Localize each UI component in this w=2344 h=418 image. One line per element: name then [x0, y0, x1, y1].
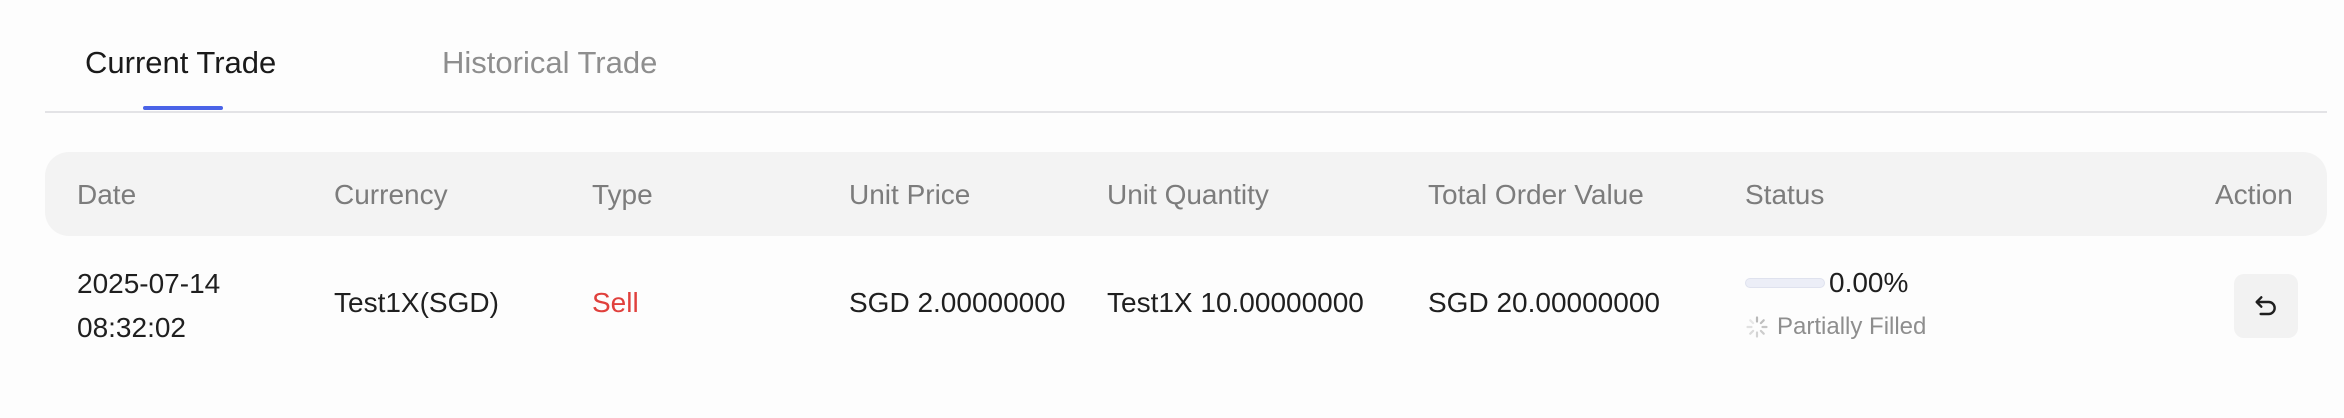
table-header: Date Currency Type Unit Price Unit Quant… [45, 152, 2327, 236]
column-header-type: Type [592, 179, 653, 210]
cell-currency: Test1X(SGD) [334, 287, 499, 318]
loading-spinner-icon [1746, 316, 1768, 338]
cancel-order-button[interactable] [2234, 274, 2298, 338]
cell-total-order-value: SGD 20.00000000 [1428, 287, 1660, 318]
column-header-currency: Currency [334, 179, 448, 210]
trade-tabs: Current Trade Historical Trade [45, 0, 2327, 113]
status-label: Partially Filled [1745, 312, 1926, 342]
column-header-date: Date [77, 179, 137, 210]
cell-date: 2025-07-14 08:32:02 [77, 262, 220, 350]
fill-progress-bar [1745, 278, 1825, 288]
column-header-unit-price: Unit Price [849, 179, 971, 210]
status-text: Partially Filled [1777, 313, 1927, 340]
column-header-status: Status [1745, 179, 1825, 210]
tab-historical-trade[interactable]: Historical Trade [442, 44, 657, 82]
tab-current-trade[interactable]: Current Trade [85, 44, 276, 82]
undo-icon [2255, 296, 2276, 316]
column-header-total-order-value: Total Order Value [1428, 179, 1644, 210]
order-date: 2025-07-14 [77, 268, 221, 299]
active-tab-indicator [143, 106, 223, 110]
column-header-action: Action [2215, 179, 2293, 210]
fill-progress-percent: 0.00% [1829, 267, 1909, 298]
cell-unit-quantity: Test1X 10.00000000 [1107, 287, 1364, 318]
cell-unit-price: SGD 2.00000000 [849, 287, 1066, 318]
cell-type: Sell [592, 287, 639, 318]
column-header-unit-quantity: Unit Quantity [1107, 179, 1269, 210]
table-row: 2025-07-14 08:32:02 Test1X(SGD) Sell SGD… [45, 236, 2327, 376]
order-time: 08:32:02 [77, 312, 186, 343]
